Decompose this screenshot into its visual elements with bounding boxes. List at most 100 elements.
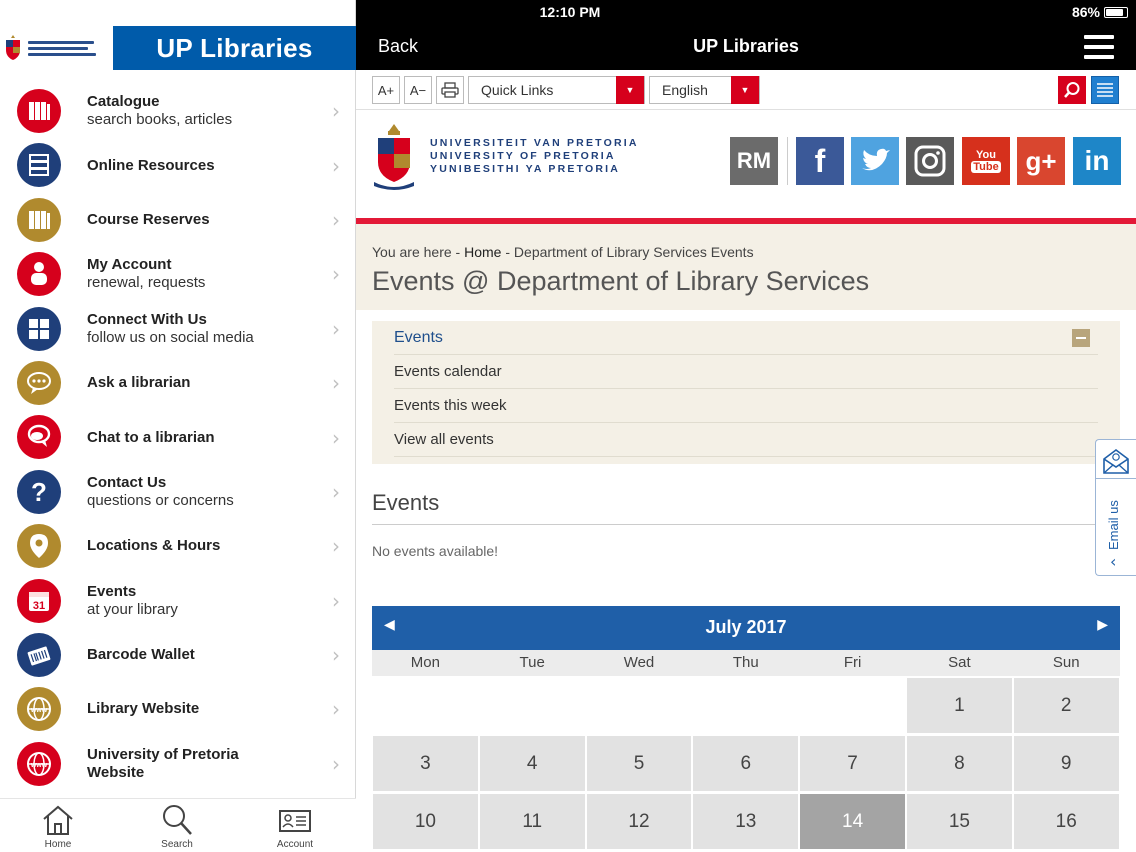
email-envelope-icon — [1103, 449, 1129, 474]
menu-item-text: Chat to a librarian — [87, 429, 215, 447]
site-search-button[interactable] — [1058, 76, 1086, 104]
menu-item-course-reserves[interactable]: Course Reserves › — [0, 193, 356, 247]
linkedin-icon[interactable]: in — [1073, 137, 1121, 185]
menu-item-locations-hours[interactable]: Locations & Hours › — [0, 519, 356, 573]
subnav-item-events-this-week[interactable]: Events this week — [394, 389, 1098, 423]
twitter-icon[interactable] — [851, 137, 899, 185]
chevron-right-icon: › — [332, 99, 340, 124]
status-time: 12:10 PM — [539, 4, 601, 20]
menu-item-events[interactable]: 31 Events at your library › — [0, 574, 356, 628]
menu-item-connect-with-us[interactable]: Connect With Us follow us on social media… — [0, 302, 356, 356]
menu-item-title: Barcode Wallet — [87, 646, 195, 664]
collapse-icon[interactable] — [1072, 329, 1090, 347]
calendar-day[interactable]: 1 — [907, 678, 1012, 733]
email-us-tab[interactable]: Email us ‹ — [1095, 439, 1136, 576]
menu-item-text: Catalogue search books, articles — [87, 93, 232, 129]
calendar-day[interactable]: 3 — [373, 736, 478, 791]
events-heading: Events — [372, 490, 440, 515]
menu-item-text: Contact Us questions or concerns — [87, 474, 234, 510]
menu-item-subtitle: questions or concerns — [87, 491, 234, 509]
menu-item-title: Ask a librarian — [87, 374, 191, 392]
menu-item-barcode-wallet[interactable]: Barcode Wallet › — [0, 628, 356, 682]
calendar-day[interactable]: 2 — [1013, 678, 1119, 733]
calendar-day[interactable]: 13 — [693, 794, 799, 849]
calendar-weekday: Fri — [843, 654, 862, 671]
subnav-heading[interactable]: Events — [394, 321, 1098, 355]
menu-item-subtitle: follow us on social media — [87, 328, 254, 346]
instagram-icon[interactable] — [906, 137, 954, 185]
calendar-day[interactable]: 11 — [479, 794, 585, 849]
calendar-day[interactable]: 6 — [693, 736, 799, 791]
calendar-day[interactable]: 15 — [907, 794, 1012, 849]
calendar-day[interactable]: 8 — [907, 736, 1012, 791]
facebook-icon[interactable]: f — [796, 137, 844, 185]
quick-links-select[interactable]: Quick Links ▼ — [468, 76, 645, 104]
search-icon — [1064, 82, 1080, 98]
menu-item-my-account[interactable]: My Account renewal, requests › — [0, 247, 356, 301]
page-title: Events @ Department of Library Services — [372, 266, 870, 296]
menu-item-catalogue[interactable]: Catalogue search books, articles › — [0, 84, 356, 138]
menu-item-text: Barcode Wallet — [87, 646, 195, 664]
tab-account[interactable]: Account — [255, 803, 335, 850]
breadcrumb-prefix: You are here - — [372, 244, 465, 260]
menu-item-university-of-pretoria-website[interactable]: www University of Pretoria Website › — [0, 737, 356, 791]
calendar-weekday-row: Mon Tue Wed Thu Fri Sat Sun — [372, 650, 1120, 676]
site-toolbar: A+ A− Quick Links ▼ English ▼ — [356, 70, 1136, 110]
menu-item-chat-to-a-librarian[interactable]: Chat to a librarian › — [0, 410, 356, 464]
chevron-down-icon: ▼ — [731, 76, 759, 104]
chevron-right-icon: › — [332, 153, 340, 178]
chevron-right-icon: › — [332, 751, 340, 776]
menu-item-title: University of Pretoria Website — [87, 745, 239, 781]
site-menu-button[interactable] — [1091, 76, 1119, 104]
youtube-icon[interactable]: You Tube — [962, 137, 1010, 185]
rm-icon[interactable]: RM — [730, 137, 778, 185]
calendar-next-month-button[interactable]: ▶ — [1097, 616, 1108, 633]
menu-item-ask-a-librarian[interactable]: Ask a librarian › — [0, 356, 356, 410]
font-decrease-button[interactable]: A− — [404, 76, 432, 104]
web-view-panel: 12:10 PM 86% Back UP Libraries A+ A− Qui… — [356, 0, 1136, 852]
language-select[interactable]: English ▼ — [649, 76, 760, 104]
subnav-item-events-calendar[interactable]: Events calendar — [394, 355, 1098, 389]
calendar-day[interactable]: 7 — [800, 736, 905, 791]
calendar-day-today[interactable]: 14 — [800, 794, 905, 849]
menu-item-title: Contact Us — [87, 473, 167, 491]
menu-item-text: Ask a librarian — [87, 374, 190, 392]
calendar-day[interactable]: 4 — [479, 736, 585, 791]
app-title: UP Libraries — [113, 26, 356, 70]
menu-item-title: Chat to a librarian — [87, 428, 215, 446]
calendar-header: ◀ July 2017 ▶ — [372, 606, 1120, 650]
google-plus-icon[interactable]: g+ — [1017, 137, 1065, 185]
calendar-day[interactable]: 16 — [1013, 794, 1119, 849]
menu-item-library-website[interactable]: www Library Website › — [0, 682, 356, 736]
menu-item-title: Events — [87, 582, 137, 600]
breadcrumb-separator: - — [501, 244, 514, 260]
site-header: UNIVERSITEIT VAN PRETORIA UNIVERSITY OF … — [356, 110, 1136, 218]
hamburger-menu-icon[interactable] — [1084, 35, 1114, 59]
globe-icon: www — [17, 741, 61, 786]
breadcrumb-home-link[interactable]: Home — [464, 244, 501, 260]
print-button[interactable] — [436, 76, 464, 104]
calendar-month-title: July 2017 — [705, 617, 787, 637]
calendar-day[interactable]: 9 — [1013, 736, 1119, 791]
page-header-band: You are here - Home - Department of Libr… — [356, 224, 1136, 310]
no-events-message: No events available! — [372, 543, 499, 559]
social-icon — [17, 306, 61, 351]
tab-search[interactable]: Search — [137, 803, 217, 850]
globe-icon: www — [17, 687, 61, 732]
font-increase-button[interactable]: A+ — [372, 76, 400, 104]
menu-item-online-resources[interactable]: Online Resources › — [0, 138, 356, 192]
books-icon — [17, 89, 61, 133]
subnav-heading-label: Events — [394, 328, 443, 346]
calendar-day[interactable]: 5 — [586, 736, 692, 791]
calendar-day[interactable]: 10 — [373, 794, 478, 849]
battery-icon — [1104, 6, 1128, 18]
crest-icon — [6, 35, 20, 60]
university-names: UNIVERSITEIT VAN PRETORIA UNIVERSITY OF … — [430, 137, 639, 175]
university-of-pretoria-logo[interactable]: UNIVERSITEIT VAN PRETORIA UNIVERSITY OF … — [372, 122, 639, 190]
calendar-icon: 31 — [17, 578, 61, 623]
subnav-item-view-all-events[interactable]: View all events — [394, 423, 1098, 457]
calendar-day[interactable]: 12 — [586, 794, 692, 849]
tab-home[interactable]: Home — [18, 803, 98, 850]
chevron-right-icon: › — [332, 479, 340, 504]
menu-item-contact-us[interactable]: ? Contact Us questions or concerns › — [0, 465, 356, 519]
